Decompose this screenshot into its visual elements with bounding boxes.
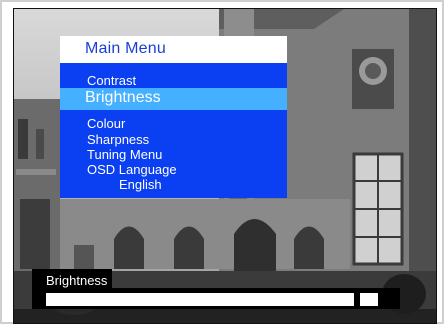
- menu-title-bar: Main Menu: [60, 36, 287, 63]
- tv-screen: Main Menu Contrast Brightness Colour Sha…: [13, 8, 437, 324]
- menu-item-sharpness[interactable]: Sharpness: [60, 133, 287, 147]
- status-label-box: Brightness: [32, 269, 112, 290]
- menu-item-label: Colour: [87, 116, 126, 131]
- menu-item-label: English: [119, 177, 162, 192]
- menu-item-colour[interactable]: Colour: [60, 117, 287, 131]
- menu-item-contrast[interactable]: Contrast: [60, 74, 287, 88]
- menu-item-label: OSD Language: [87, 162, 177, 177]
- brightness-slider[interactable]: [32, 288, 400, 309]
- menu-item-language-value[interactable]: English: [60, 178, 287, 192]
- slider-fill: [46, 293, 354, 306]
- tv-frame: Main Menu Contrast Brightness Colour Sha…: [0, 0, 444, 324]
- menu-item-tuning-menu[interactable]: Tuning Menu: [60, 148, 287, 162]
- menu-item-osd-language[interactable]: OSD Language: [60, 163, 287, 177]
- menu-item-brightness[interactable]: Brightness: [60, 88, 287, 110]
- menu-title: Main Menu: [85, 40, 166, 57]
- menu-item-label: Tuning Menu: [87, 147, 163, 162]
- status-label: Brightness: [46, 273, 108, 288]
- menu-item-label: Sharpness: [87, 132, 150, 147]
- menu-item-label: Brightness: [85, 89, 161, 106]
- slider-handle[interactable]: [360, 293, 378, 306]
- main-menu: Main Menu Contrast Brightness Colour Sha…: [60, 36, 287, 198]
- menu-item-label: Contrast: [87, 73, 137, 88]
